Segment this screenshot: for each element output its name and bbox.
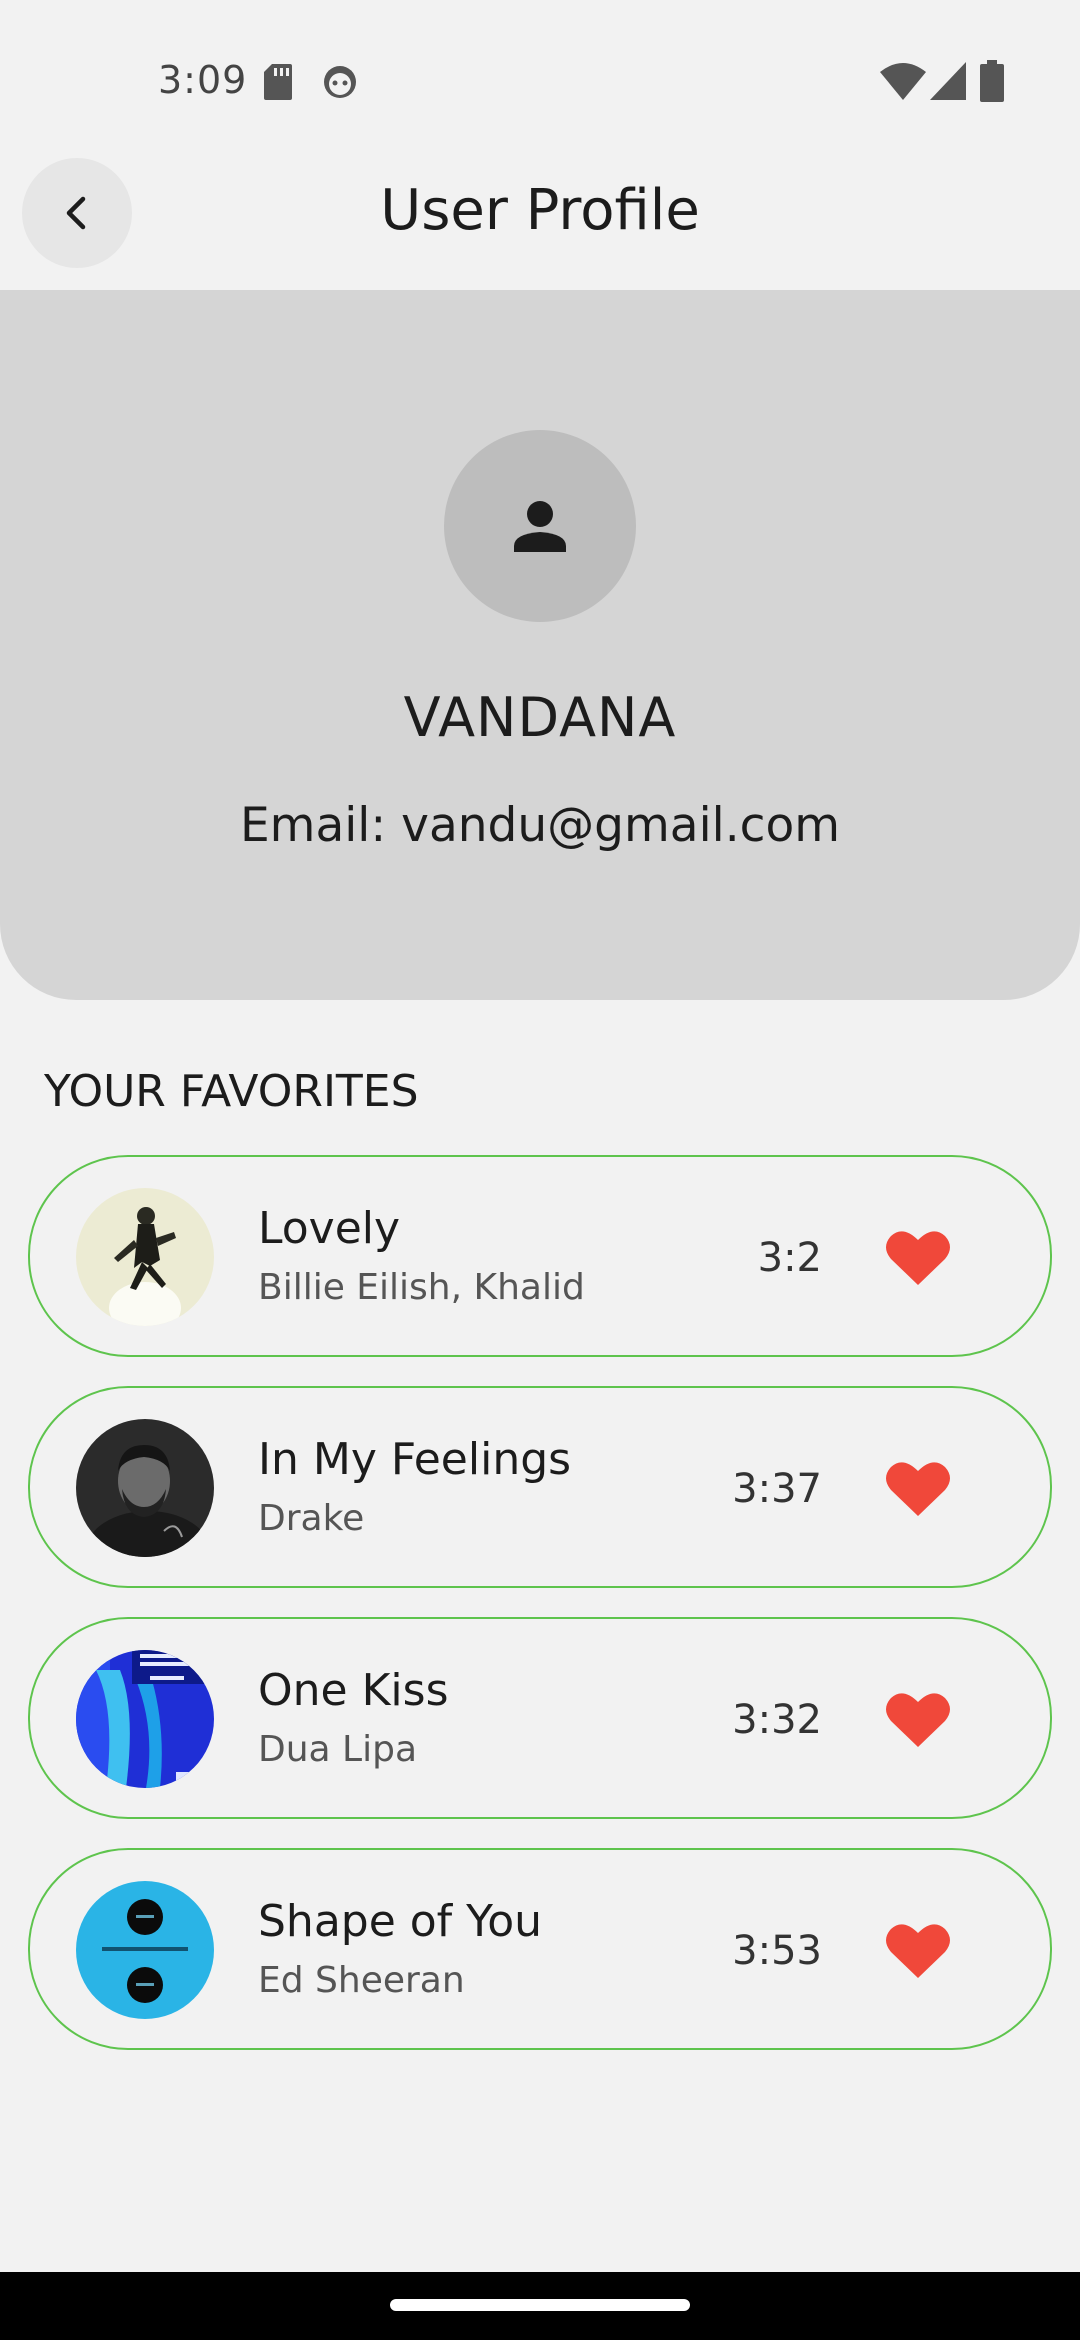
album-art-in-my-feelings — [76, 1419, 214, 1557]
song-duration: 3:53 — [732, 1928, 822, 1974]
favorites-section-title: YOUR FAVORITES — [44, 1066, 419, 1117]
battery-icon — [980, 60, 1004, 102]
heart-icon[interactable] — [885, 1458, 951, 1518]
app-screen: 3:09 User Profile VANDANA Email: vandu@g… — [0, 0, 1080, 2340]
song-duration: 3:32 — [732, 1697, 822, 1743]
favorite-item[interactable]: Shape of You Ed Sheeran 3:53 — [28, 1848, 1052, 2050]
avatar — [444, 430, 636, 622]
user-email: Email: vandu@gmail.com — [239, 798, 841, 853]
status-time: 3:09 — [158, 58, 248, 102]
heart-icon[interactable] — [885, 1227, 951, 1287]
signal-icon — [930, 62, 966, 100]
profile-card: VANDANA Email: vandu@gmail.com — [0, 290, 1080, 1000]
favorite-item[interactable]: In My Feelings Drake 3:37 — [28, 1386, 1052, 1588]
favorites-list: Lovely Billie Eilish, Khalid 3:2 In My F… — [28, 1155, 1052, 2079]
assistant-face-icon — [324, 66, 356, 98]
heart-icon[interactable] — [885, 1920, 951, 1980]
home-indicator[interactable] — [390, 2299, 690, 2311]
song-artist: Ed Sheeran — [258, 1960, 465, 2001]
album-art-one-kiss — [76, 1650, 214, 1788]
song-title: Shape of You — [258, 1896, 543, 1947]
album-art-shape-of-you — [76, 1881, 214, 2019]
album-art-lovely — [76, 1188, 214, 1326]
song-artist: Drake — [258, 1498, 365, 1539]
heart-icon[interactable] — [885, 1689, 951, 1749]
status-bar: 3:09 — [0, 0, 1080, 150]
song-artist: Dua Lipa — [258, 1729, 418, 1770]
wifi-icon — [880, 63, 926, 100]
person-icon — [514, 501, 566, 552]
song-duration: 3:37 — [732, 1466, 822, 1512]
song-title: In My Feelings — [258, 1434, 572, 1485]
favorite-item[interactable]: Lovely Billie Eilish, Khalid 3:2 — [28, 1155, 1052, 1357]
sd-card-icon — [264, 64, 292, 100]
user-name: VANDANA — [403, 686, 677, 749]
song-artist: Billie Eilish, Khalid — [258, 1267, 585, 1308]
favorite-item[interactable]: One Kiss Dua Lipa 3:32 — [28, 1617, 1052, 1819]
song-title: Lovely — [258, 1203, 401, 1254]
song-title: One Kiss — [258, 1665, 449, 1716]
song-duration: 3:2 — [757, 1235, 822, 1281]
page-title: User Profile — [380, 178, 700, 243]
